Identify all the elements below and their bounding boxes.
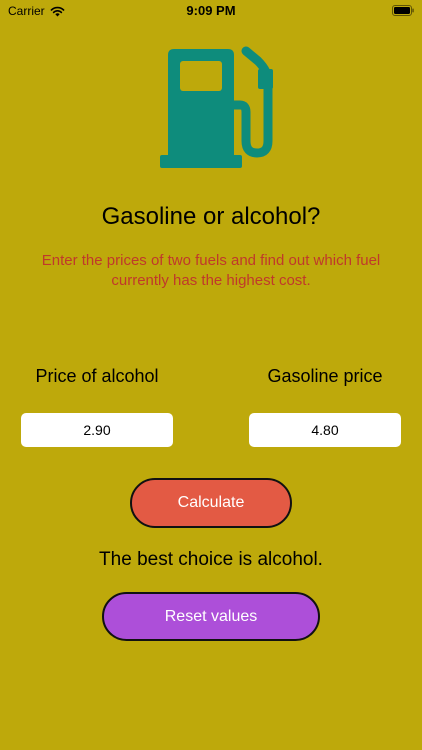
calculate-button[interactable]: Calculate [130,478,292,528]
reset-values-button[interactable]: Reset values [102,592,320,641]
result-text: The best choice is alcohol. [99,549,323,570]
status-time: 9:09 PM [186,3,236,18]
status-bar: Carrier 9:09 PM [0,0,422,22]
fuel-pump-icon [160,46,273,168]
page-title: Gasoline or alcohol? [101,203,321,230]
gasoline-price-label: Gasoline price [267,366,383,386]
alcohol-price-input[interactable] [21,413,173,447]
gasoline-price-input[interactable] [249,413,401,447]
battery-icon [392,5,414,16]
alcohol-price-label: Price of alcohol [35,366,159,386]
app-screen: Carrier 9:09 PM Gasoline or alcohol? Ent… [0,0,422,750]
page-subtitle: Enter the prices of two fuels and find o… [41,252,381,289]
